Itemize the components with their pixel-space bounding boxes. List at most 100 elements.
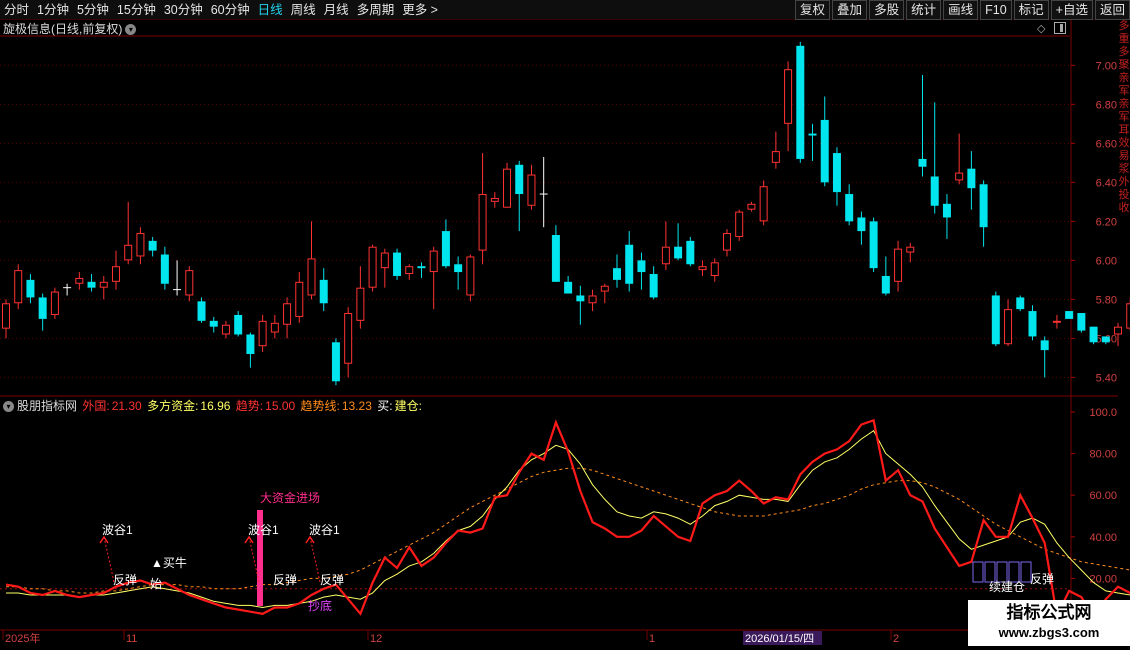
- side-panel-char: 军: [1118, 111, 1130, 123]
- candle-body-down: [454, 264, 463, 273]
- chart-canvas[interactable]: 7.006.806.606.406.206.005.805.605.40100.…: [0, 0, 1130, 650]
- candle-body-down: [832, 153, 841, 193]
- candle-body-up: [722, 233, 731, 251]
- time-axis-label: 11: [126, 633, 137, 645]
- build-position-box: [972, 561, 984, 583]
- cursor-date-label: 2026/01/15/四: [745, 633, 814, 645]
- candle-body-down: [991, 295, 1000, 345]
- trough-label: 波谷1: [102, 523, 133, 537]
- buy-cattle-label: ▲买牛: [151, 555, 187, 570]
- time-axis-label: 1: [649, 633, 655, 645]
- qushixian-label: 趋势线:: [300, 399, 340, 413]
- candle-body-up: [955, 172, 964, 181]
- candle-body-up: [2, 303, 10, 329]
- candle-body-down: [1089, 326, 1098, 343]
- candle-body-up: [14, 270, 23, 304]
- rebound-label: 反弹: [320, 573, 344, 587]
- candle-body-down: [576, 295, 585, 302]
- candle-body-up: [747, 203, 756, 210]
- candle-body-down: [234, 314, 243, 335]
- candle-body-down: [209, 320, 218, 327]
- time-axis-label: 12: [370, 633, 382, 645]
- indicator-axis-label: 100.0: [1089, 407, 1117, 419]
- candle-body-up: [283, 303, 292, 325]
- candle-body-down: [417, 266, 426, 269]
- candle-body-up: [111, 266, 120, 282]
- candle-body-down: [979, 184, 988, 228]
- side-panel-char: 投: [1118, 189, 1130, 201]
- candle-body-up: [478, 194, 487, 251]
- candle-body-up: [136, 233, 145, 257]
- side-panel-char: 效: [1118, 137, 1130, 149]
- candle-body-down: [197, 301, 206, 321]
- candle-body-up: [490, 197, 499, 202]
- price-axis-label: 6.20: [1096, 216, 1117, 228]
- multi-fund-line-yellow: [6, 429, 1130, 609]
- candle-body-down: [1077, 313, 1086, 331]
- watermark-url: www.zbgs3.com: [998, 625, 1100, 640]
- candle-body-up: [527, 174, 536, 206]
- candle-body-down: [38, 297, 47, 319]
- chevron-down-icon[interactable]: ▾: [3, 401, 14, 413]
- side-panel-char: 浆: [1118, 163, 1130, 175]
- candle-body-up: [50, 291, 59, 315]
- trend-line-orange: [6, 467, 1130, 594]
- candle-body-up: [661, 246, 670, 265]
- qushi-label: 趋势:: [235, 399, 264, 413]
- candle-body-down: [1040, 340, 1049, 351]
- candle-body-up: [221, 324, 230, 335]
- candle-body-down: [869, 221, 878, 269]
- candle-body-down: [637, 260, 646, 273]
- candle-body-up: [429, 250, 438, 273]
- candle-body-down: [515, 164, 524, 195]
- candle-body-up: [258, 320, 267, 347]
- candle-body-down: [551, 235, 560, 282]
- candle-body-down: [87, 281, 96, 288]
- indicator-axis-label: 80.00: [1089, 449, 1117, 461]
- candle-body-up: [710, 262, 719, 276]
- side-panel-char: 亲: [1118, 72, 1130, 84]
- indicator-axis-label: 20.00: [1089, 573, 1117, 585]
- indicator-name: 股朋指标网: [17, 399, 78, 413]
- candle-body-down: [918, 158, 927, 167]
- candle-body-down: [686, 240, 695, 265]
- candle-body-down: [564, 281, 573, 294]
- candle-body-down: [1065, 311, 1074, 319]
- price-axis-label: 6.40: [1096, 177, 1117, 189]
- side-panel-char: 多: [1118, 20, 1130, 32]
- side-panel-char: 收: [1118, 202, 1130, 214]
- candle-body-up: [906, 246, 915, 253]
- side-panel-char: 亲: [1118, 98, 1130, 110]
- candle-body-up: [1004, 309, 1013, 345]
- candle-body-up: [344, 313, 353, 364]
- candle-body-down: [441, 231, 450, 267]
- price-axis-label: 6.80: [1096, 99, 1117, 111]
- candle-body-down: [674, 246, 683, 259]
- price-axis-label: 7.00: [1096, 60, 1117, 72]
- indicator-axis-label: 60.00: [1089, 490, 1117, 502]
- candle-body-down: [1101, 336, 1110, 343]
- candle-body-down: [331, 342, 340, 382]
- waigong-value: 21.30: [111, 399, 142, 413]
- trough-label: 波谷1: [248, 523, 279, 537]
- candle-body-up: [1052, 320, 1061, 323]
- candle-body-up: [735, 211, 744, 237]
- candle-body-up: [698, 266, 707, 271]
- duofang-label: 多方资金:: [147, 399, 199, 413]
- candle-body-up: [784, 69, 793, 124]
- waigong-label: 外国:: [82, 399, 110, 413]
- candle-body-down: [845, 194, 854, 222]
- candle-body-up: [588, 295, 597, 304]
- buy-value: 建仓:: [394, 399, 422, 413]
- time-axis-label: 2025年: [5, 631, 40, 645]
- candle-body-up: [185, 270, 194, 296]
- candle-body-down: [942, 203, 951, 218]
- candle-body-down: [148, 240, 157, 251]
- indicator-title: ▾ 股朋指标网 外国: 21.30 多方资金: 16.96 趋势: 15.00 趋势线:…: [3, 398, 424, 414]
- candle-body-down: [319, 279, 328, 304]
- candle-body-down: [649, 274, 658, 298]
- candle-body-up: [759, 186, 768, 222]
- candle-body-down: [930, 176, 939, 206]
- candle-body-up: [600, 285, 609, 292]
- candle-body-up: [295, 281, 304, 317]
